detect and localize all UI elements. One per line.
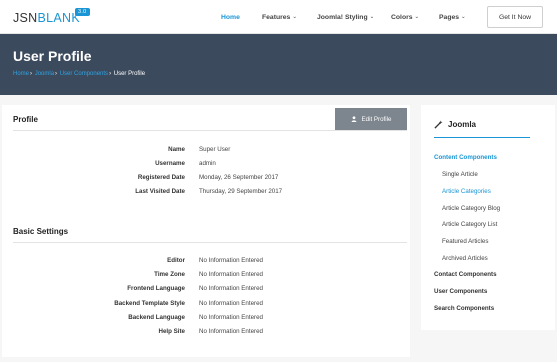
setting-label-backend-template-style: Backend Template Style: [114, 300, 185, 307]
setting-value-frontend-language: No Information Entered: [199, 285, 263, 292]
field-label-last-visited-date: Last Visited Date: [135, 188, 185, 195]
nav-item-pages[interactable]: Pages ⌄: [439, 0, 466, 34]
profile-divider: [13, 130, 407, 131]
sidebar-heading-underline: [434, 137, 530, 138]
breadcrumb-joomla[interactable]: Joomla: [35, 71, 54, 77]
setting-value-time-zone: No Information Entered: [199, 271, 263, 278]
setting-value-backend-template-style: No Information Entered: [199, 300, 263, 307]
breadcrumb-separator-icon: ›: [55, 71, 58, 77]
nav-item-home[interactable]: Home: [221, 0, 240, 34]
nav-home-label: Home: [221, 13, 240, 21]
field-value-name: Super User: [199, 146, 231, 153]
field-label-name: Name: [168, 146, 185, 153]
nav-features-label: Features: [262, 13, 291, 21]
setting-label-frontend-language: Frontend Language: [127, 285, 185, 292]
sidebar-item-article-categories[interactable]: Article Categories: [442, 188, 491, 195]
setting-value-backend-language: No Information Entered: [199, 314, 263, 321]
setting-value-editor: No Information Entered: [199, 257, 263, 264]
field-label-registered-date: Registered Date: [137, 174, 185, 181]
sidebar-item-article-category-blog[interactable]: Article Category Blog: [442, 205, 500, 212]
setting-label-help-site: Help Site: [158, 328, 185, 335]
basic-settings-divider: [13, 242, 407, 243]
edit-profile-label: Edit Profile: [361, 115, 392, 123]
sidebar-item-single-article[interactable]: Single Article: [442, 171, 478, 178]
nav-item-joomla-styling[interactable]: Joomla! Styling ⌄: [317, 0, 374, 34]
sidebar-heading-label: Joomla: [448, 120, 477, 129]
breadcrumb-current: User Profile: [113, 71, 146, 77]
profile-heading: Profile: [13, 115, 38, 124]
nav-colors-label: Colors: [391, 13, 413, 21]
field-value-last-visited-date: Thursday, 29 September 2017: [199, 188, 283, 195]
page-banner: User Profile: [0, 34, 557, 95]
page-title: User Profile: [13, 48, 92, 64]
site-logo[interactable]: JSNBLANK 3.0: [13, 8, 90, 25]
breadcrumb-home[interactable]: Home: [13, 71, 29, 77]
breadcrumb-user-components[interactable]: User Components: [60, 71, 108, 77]
logo-main-text: JSN: [13, 11, 38, 25]
setting-label-editor: Editor: [167, 257, 185, 264]
chevron-down-icon: ⌄: [292, 14, 297, 20]
chevron-down-icon: ⌄: [369, 14, 375, 20]
breadcrumb: Home› Joomla› User Components› User Prof…: [13, 71, 145, 77]
field-value-username: admin: [199, 160, 216, 167]
sidebar-item-featured-articles[interactable]: Featured Articles: [442, 238, 488, 245]
chevron-down-icon: ⌄: [461, 14, 466, 20]
breadcrumb-separator-icon: ›: [30, 71, 33, 77]
nav-item-features[interactable]: Features ⌄: [262, 0, 297, 34]
get-it-now-button[interactable]: Get It Now: [487, 6, 543, 28]
sidebar-item-contact-components[interactable]: Contact Components: [434, 271, 497, 278]
magic-wand-icon: [434, 120, 443, 129]
setting-value-help-site: No Information Entered: [199, 328, 263, 335]
field-label-username: Username: [155, 160, 185, 167]
nav-joomla-styling-label: Joomla! Styling: [317, 13, 368, 21]
breadcrumb-separator-icon: ›: [109, 71, 112, 77]
chevron-down-icon: ⌄: [414, 14, 420, 20]
basic-settings-heading: Basic Settings: [13, 227, 69, 236]
nav-pages-label: Pages: [439, 13, 460, 21]
logo-accent-text: BLANK: [37, 11, 81, 25]
sidebar-item-search-components[interactable]: Search Components: [434, 305, 494, 312]
sidebar-item-content-components[interactable]: Content Components: [434, 154, 497, 161]
nav-item-colors[interactable]: Colors ⌄: [391, 0, 419, 34]
setting-label-time-zone: Time Zone: [154, 271, 185, 278]
version-badge: 3.0: [75, 8, 90, 16]
edit-profile-button[interactable]: Edit Profile: [335, 108, 407, 130]
sidebar-item-article-category-list[interactable]: Article Category List: [442, 221, 497, 228]
sidebar-heading: Joomla: [434, 120, 476, 129]
sidebar-panel: [421, 105, 555, 330]
sidebar-item-user-components[interactable]: User Components: [434, 288, 487, 295]
user-icon: [351, 116, 356, 122]
sidebar-item-archived-articles[interactable]: Archived Articles: [442, 255, 488, 262]
field-value-registered-date: Monday, 26 September 2017: [199, 174, 279, 181]
setting-label-backend-language: Backend Language: [128, 314, 185, 321]
